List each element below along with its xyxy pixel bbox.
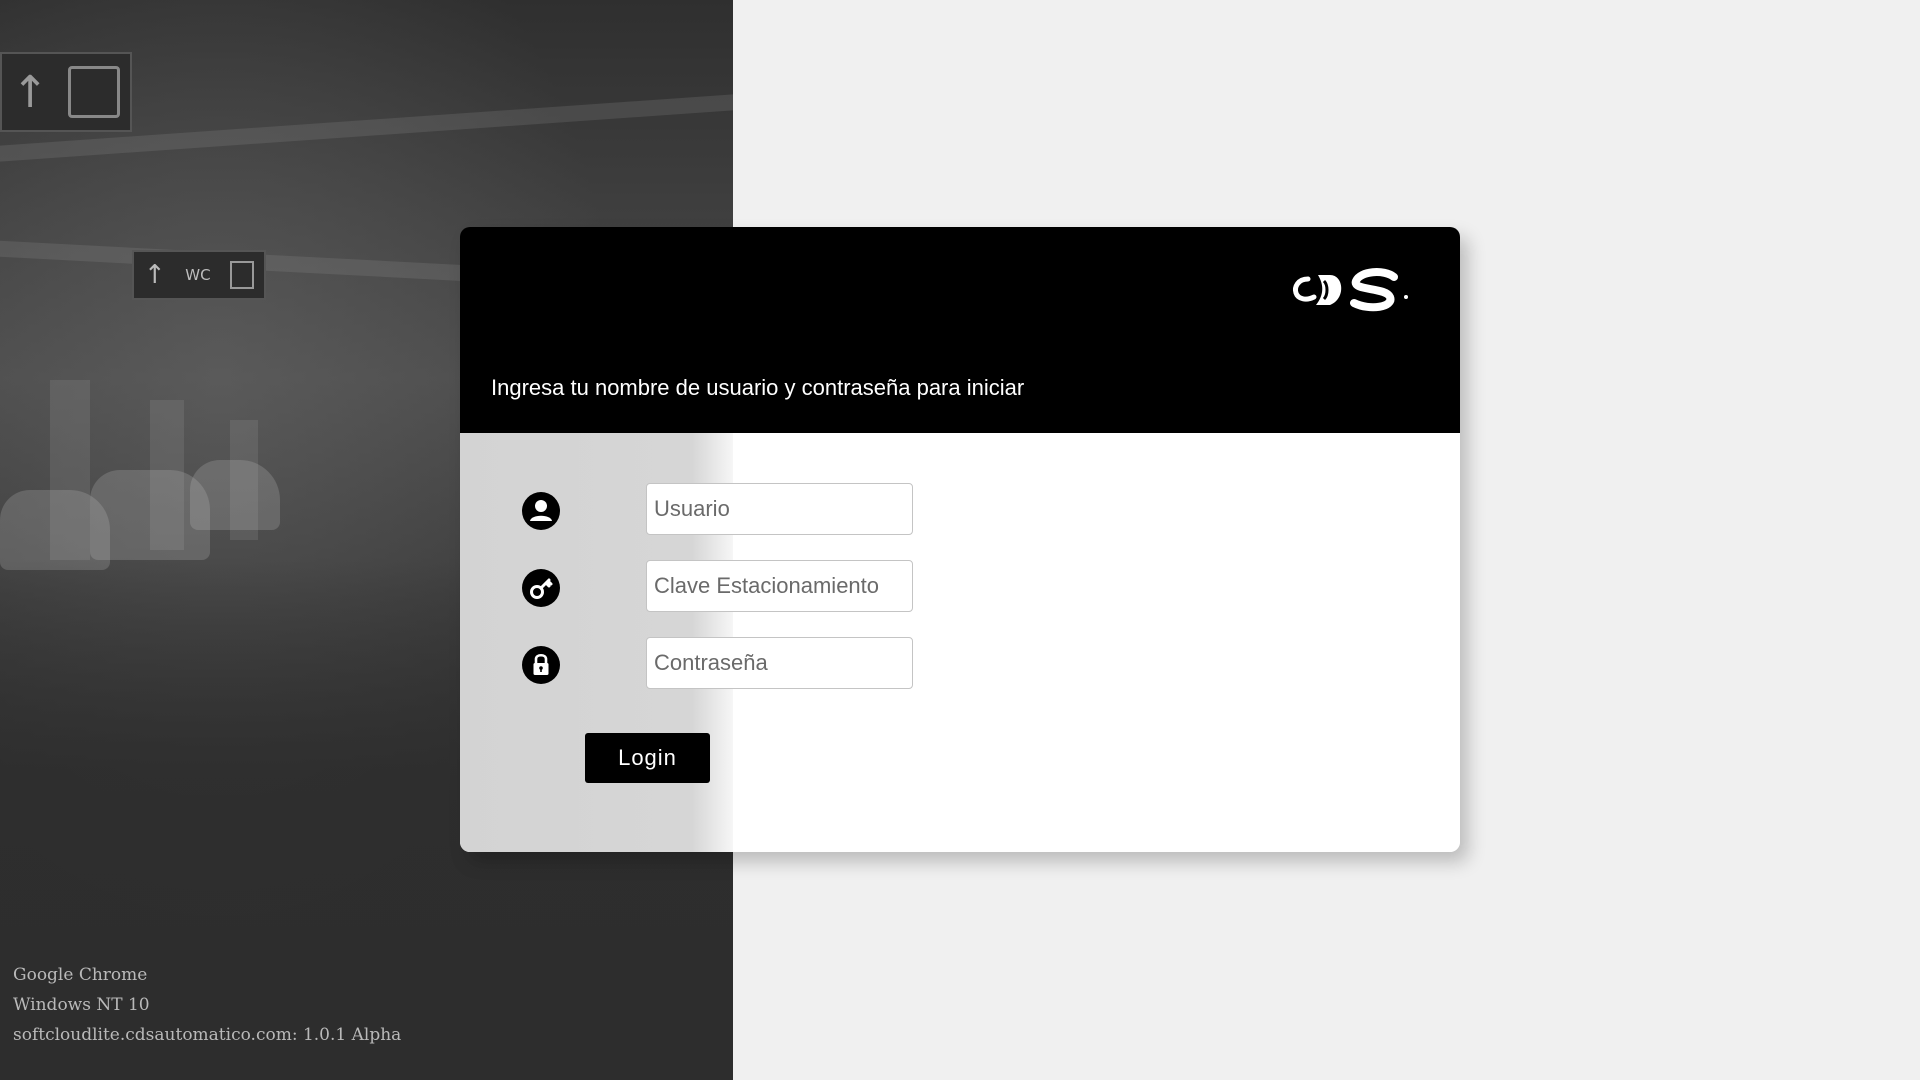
password-row (522, 637, 922, 689)
luggage-cart-icon (68, 66, 121, 118)
username-row (522, 483, 922, 535)
lock-icon (522, 646, 560, 684)
parking-key-row (522, 560, 922, 612)
browser-name: Google Chrome (13, 965, 148, 985)
login-subtitle: Ingresa tu nombre de usuario y contraseñ… (491, 375, 1025, 400)
cds-logo-icon (1293, 268, 1408, 312)
environment-info: Google Chrome Windows NT 10 softcloudlit… (13, 960, 401, 1050)
arrow-up-icon: ↑ (143, 260, 166, 290)
os-name: Windows NT 10 (13, 995, 150, 1015)
arrow-up-icon: ↑ (11, 66, 49, 118)
parking-key-input[interactable] (646, 560, 913, 612)
version-line: softcloudlite.cdsautomatico.com: 1.0.1 A… (13, 1025, 402, 1045)
wc-sign-text: WC (185, 266, 211, 284)
user-icon (522, 492, 560, 530)
username-input[interactable] (646, 483, 913, 535)
login-card-header: Ingresa tu nombre de usuario y contraseñ… (460, 227, 1460, 433)
direction-sign-middle: ↑ WC (132, 250, 266, 300)
login-button[interactable]: Login (585, 733, 710, 783)
password-input[interactable] (646, 637, 913, 689)
elevator-icon (230, 261, 255, 289)
key-icon (522, 569, 560, 607)
login-card-body: Login (460, 433, 1460, 852)
parked-car (190, 460, 280, 530)
login-card: Ingresa tu nombre de usuario y contraseñ… (460, 227, 1460, 852)
direction-sign-top: ↑ (0, 52, 132, 132)
